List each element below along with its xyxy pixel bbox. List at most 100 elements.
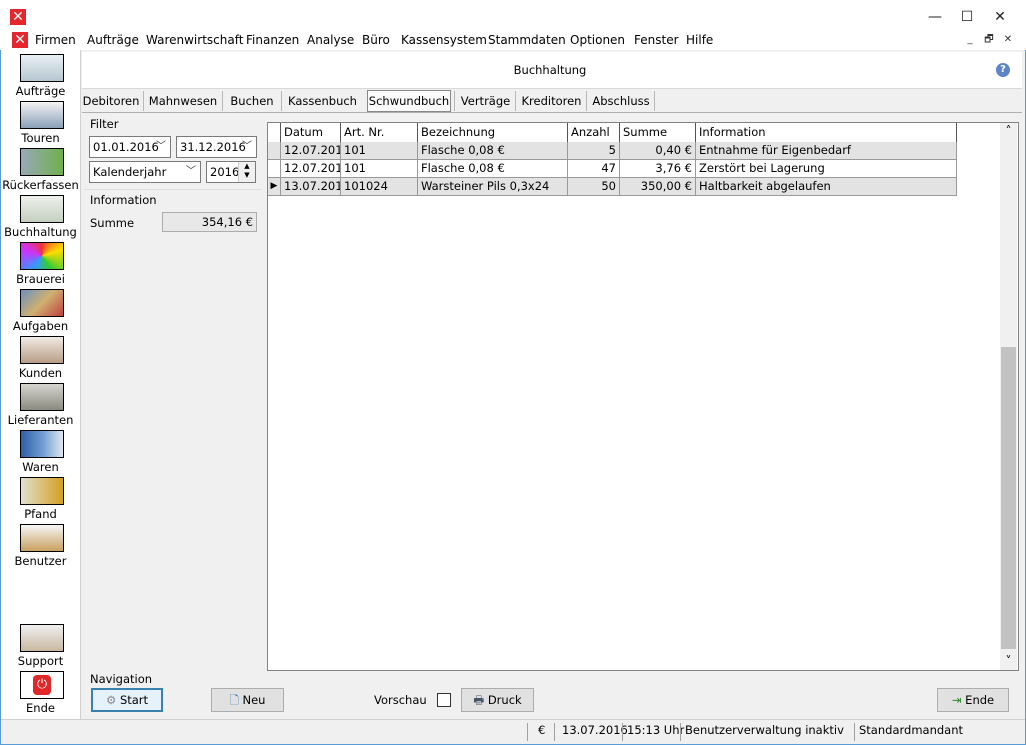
tab-debitoren[interactable]: Debitoren (82, 90, 140, 112)
toolbar-label: Waren (22, 460, 59, 474)
table-row[interactable]: 12.07.2016 101 Flasche 0,08 € 5 0,40 € E… (268, 142, 957, 160)
cell-summe: 350,00 € (620, 178, 696, 195)
tab-mahnwesen[interactable]: Mahnwesen (148, 90, 218, 112)
page-title: Buchhaltung (513, 63, 587, 77)
preview-checkbox[interactable] (437, 693, 451, 707)
toolbar-label: Kunden (18, 366, 63, 380)
toolbar-kunden[interactable]: Kunden (1, 336, 80, 382)
tab-separator (143, 91, 144, 111)
chevron-down-icon: ﹀ (186, 166, 196, 177)
tab-abschluss[interactable]: Abschluss (591, 90, 651, 112)
printer-icon: 🖶 (473, 693, 485, 707)
tab-schwundbuch[interactable]: Schwundbuch (367, 90, 451, 112)
menu-analyse[interactable]: Analyse (307, 33, 354, 47)
row-indicator (268, 160, 281, 177)
toolbar-label: Buchhaltung (4, 225, 77, 239)
tab-baseline (82, 112, 1022, 113)
truck-check-icon (20, 148, 64, 176)
mdi-close-button[interactable]: ✕ (1000, 33, 1016, 47)
date-to-picker[interactable]: 31.12.2016 ﹀ (176, 136, 257, 158)
toolbar-touren[interactable]: Touren (1, 101, 80, 147)
cell-summe: 3,76 € (620, 160, 696, 177)
print-button[interactable]: 🖶 Druck (461, 688, 534, 712)
menu-stammdaten[interactable]: Stammdaten (488, 33, 566, 47)
table-row-selected[interactable]: ▶ 13.07.2016 101024 Warsteiner Pils 0,3x… (268, 178, 957, 196)
toolbar-brauerei[interactable]: Brauerei (1, 242, 80, 288)
column-header-artnr[interactable]: Art. Nr. (341, 123, 418, 142)
column-header-anzahl[interactable]: Anzahl (568, 123, 620, 142)
menu-optionen[interactable]: Optionen (570, 33, 625, 47)
tab-kassenbuch[interactable]: Kassenbuch (286, 90, 359, 112)
money-icon (20, 195, 64, 223)
mdi-logo-icon: ✕ (12, 32, 28, 48)
chevron-down-icon: ﹀ (242, 141, 252, 152)
period-type-value: Kalenderjahr (93, 165, 167, 179)
menu-buero[interactable]: Büro (362, 33, 390, 47)
start-button[interactable]: ⚙ Start (91, 688, 163, 712)
tab-kreditoren[interactable]: Kreditoren (521, 90, 582, 112)
help-icon[interactable]: ? (996, 63, 1010, 77)
toolbar-aufgaben[interactable]: Aufgaben (1, 289, 80, 335)
navigation-label: Navigation (90, 672, 153, 686)
status-separator (554, 723, 555, 741)
warehouse-icon (20, 383, 64, 411)
date-to-value: 31.12.2016 (180, 140, 246, 154)
exit-button[interactable]: ⇥ Ende (937, 688, 1009, 712)
toolbar-ende[interactable]: ⏻ Ende (1, 671, 80, 717)
scroll-up-icon[interactable]: ˄ (1000, 123, 1017, 140)
cell-datum: 12.07.2016 (281, 160, 341, 177)
toolbar-buchhaltung[interactable]: Buchhaltung (1, 195, 80, 241)
year-spinner[interactable]: 2016 ▲ ▼ (206, 161, 256, 183)
menu-kassensystem[interactable]: Kassensystem (401, 33, 487, 47)
mdi-restore-button[interactable]: 🗗 (981, 33, 997, 47)
tab-separator (515, 91, 516, 111)
vertical-scrollbar[interactable]: ˄ ˅ (1000, 123, 1017, 670)
information-group-label: Information (90, 193, 157, 207)
menu-finanzen[interactable]: Finanzen (246, 33, 299, 47)
new-button[interactable]: 🗋 Neu (211, 688, 284, 712)
menu-auftraege[interactable]: Aufträge (87, 33, 139, 47)
menu-fenster[interactable]: Fenster (634, 33, 679, 47)
column-header-information[interactable]: Information (696, 123, 957, 142)
minimize-button[interactable]: — (920, 2, 950, 32)
filter-group-label: Filter (90, 117, 119, 131)
toolbar-support[interactable]: Support (1, 624, 80, 670)
column-header-summe[interactable]: Summe (620, 123, 696, 142)
toolbar-pfand[interactable]: Pfand (1, 477, 80, 523)
date-from-picker[interactable]: 01.01.2016 ﹀ (89, 136, 171, 158)
toolbar-auftraege[interactable]: Aufträge (1, 54, 80, 100)
status-separator (527, 723, 528, 741)
chevron-down-icon: ﹀ (156, 141, 166, 152)
title-bar: ✕ — ☐ ✕ (0, 0, 1026, 30)
main-toolbar: Aufträge Touren Rückerfassen Buchhaltung… (1, 50, 81, 743)
selected-row-arrow-icon: ▶ (268, 178, 281, 195)
menu-firmen[interactable]: Firmen (35, 33, 76, 47)
toolbar-rueckerfassen[interactable]: Rückerfassen (1, 148, 80, 194)
status-date: 13.07.2016 (562, 723, 628, 737)
tab-buchen[interactable]: Buchen (228, 90, 276, 112)
power-icon: ⏻ (20, 671, 64, 699)
maximize-button[interactable]: ☐ (952, 2, 982, 32)
column-header-datum[interactable]: Datum (281, 123, 341, 142)
scrollbar-thumb[interactable] (1001, 347, 1016, 649)
menu-warenwirtschaft[interactable]: Warenwirtschaft (146, 33, 243, 47)
scroll-down-icon[interactable]: ˅ (1000, 653, 1017, 670)
column-header-bezeichnung[interactable]: Bezeichnung (418, 123, 568, 142)
spin-arrows-icon[interactable]: ▲ ▼ (238, 162, 255, 182)
row-indicator (268, 142, 281, 159)
table-row[interactable]: 12.07.2016 101 Flasche 0,08 € 47 3,76 € … (268, 160, 957, 178)
period-type-select[interactable]: Kalenderjahr ﹀ (89, 161, 201, 183)
toolbar-benutzer[interactable]: Benutzer (1, 524, 80, 570)
date-from-value: 01.01.2016 (93, 140, 159, 154)
toolbar-label: Support (17, 654, 64, 668)
tab-vertraege[interactable]: Verträge (460, 90, 511, 112)
schwund-table: Datum Art. Nr. Bezeichnung Anzahl Summe … (267, 122, 1019, 671)
mdi-minimize-button[interactable]: _ (962, 33, 978, 47)
menu-hilfe[interactable]: Hilfe (686, 33, 713, 47)
toolbar-lieferanten[interactable]: Lieferanten (1, 383, 80, 429)
close-button[interactable]: ✕ (985, 2, 1015, 32)
cell-artnr: 101 (341, 160, 418, 177)
cell-anzahl: 5 (568, 142, 620, 159)
year-value: 2016 (210, 165, 240, 179)
toolbar-waren[interactable]: Waren (1, 430, 80, 476)
